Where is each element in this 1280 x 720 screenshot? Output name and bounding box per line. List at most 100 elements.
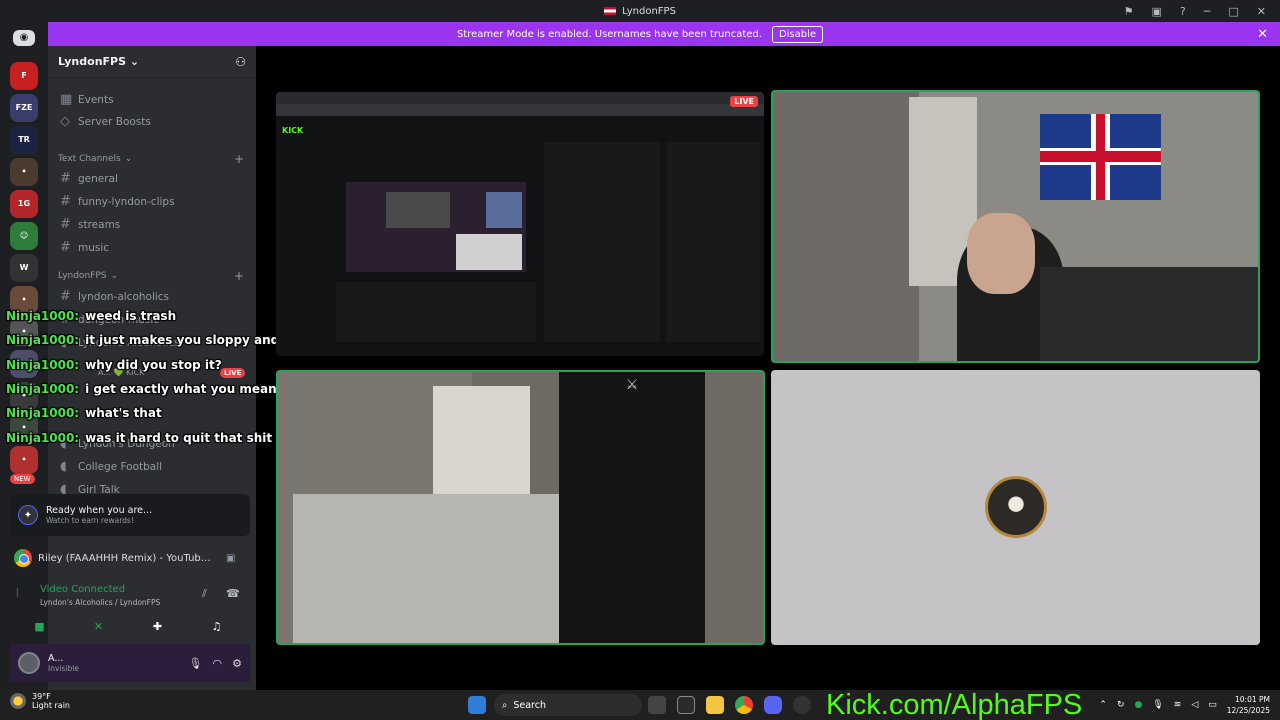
task-view-icon[interactable] xyxy=(648,696,666,714)
clock-time: 10:01 PM xyxy=(1235,695,1270,704)
add-channel-icon[interactable]: + xyxy=(234,152,244,166)
chevron-down-icon: ⌄ xyxy=(110,271,119,281)
chevron-up-icon[interactable]: ⌃ xyxy=(1099,700,1107,710)
inbox-icon[interactable]: ⚑ xyxy=(1124,5,1134,18)
hash-icon: # xyxy=(60,171,71,186)
server-icon[interactable]: W xyxy=(10,254,38,282)
chat-message: why did you stop it? xyxy=(85,357,222,372)
settings-gear-icon[interactable]: ⚙ xyxy=(232,657,242,670)
voice-controls: ■ ✕ ✚ ♫ xyxy=(18,616,258,636)
channel-funny-lyndon-clips[interactable]: # funny-lyndon-clips xyxy=(60,194,175,209)
category-label: LyndonFPS xyxy=(58,271,107,281)
avatar-tile[interactable] xyxy=(771,370,1260,645)
quest-card[interactable]: ✦ Ready when you are... Watch to earn re… xyxy=(10,494,250,536)
hash-icon: # xyxy=(60,217,71,232)
server-icon[interactable]: F xyxy=(10,62,38,90)
add-channel-icon[interactable]: + xyxy=(234,269,244,283)
category-label: Text Channels xyxy=(58,154,121,164)
webcam-tile-main[interactable] xyxy=(771,90,1260,363)
server-icon[interactable]: ☺ xyxy=(10,222,38,250)
channel-general[interactable]: # general xyxy=(60,171,118,186)
channel-label: lyndon-alcoholics xyxy=(78,290,170,303)
volume-icon[interactable]: ◁ xyxy=(1191,700,1198,710)
sidebar-item-events[interactable]: ▦ Events xyxy=(60,92,114,107)
discord-icon[interactable] xyxy=(764,696,782,714)
discord-app: LyndonFPS ⚑ ▣ ? ─ □ ✕ Streamer Mode is e… xyxy=(0,0,1280,720)
system-tray: ⌃ ↻ ● 🎙 ≋ ◁ ▭ 10:01 PM 12/25/2025 xyxy=(1099,690,1270,720)
start-icon[interactable] xyxy=(468,696,486,714)
screen-share-icon[interactable]: ▣ xyxy=(226,553,235,564)
server-icon[interactable]: TR xyxy=(10,126,38,154)
minimize-button[interactable]: ─ xyxy=(1204,5,1211,18)
sidebar-item-server-boosts[interactable]: ◇ Server Boosts xyxy=(60,114,151,129)
chat-message: what's that xyxy=(85,406,162,421)
boost-icon: ◇ xyxy=(60,114,70,129)
close-window-button[interactable]: ✕ xyxy=(1257,5,1266,18)
category-lyndonfps[interactable]: LyndonFPS ⌄ xyxy=(58,271,118,281)
preview-tile xyxy=(456,234,522,270)
channel-label: general xyxy=(78,172,118,185)
noise-suppression-icon[interactable]: ⫽ xyxy=(202,587,207,601)
screen-share-button[interactable]: ✕ xyxy=(77,616,120,636)
channel-music[interactable]: # music xyxy=(60,240,109,255)
microphone-icon[interactable]: 🎙 xyxy=(189,657,203,670)
maximize-button[interactable]: □ xyxy=(1228,5,1238,18)
kick-overlay-text: Kick.com/AlphaFPS xyxy=(826,689,1083,720)
channel-streams[interactable]: # streams xyxy=(60,217,120,232)
wifi-icon[interactable]: ≋ xyxy=(1174,700,1182,710)
webcam-tile-second[interactable]: ⚔ xyxy=(276,370,765,645)
clock[interactable]: 10:01 PM 12/25/2025 xyxy=(1227,694,1270,716)
chat-message: weed is trash xyxy=(85,309,177,324)
closet-area xyxy=(773,92,919,361)
activity-panel-preview xyxy=(336,282,536,342)
preview-flag xyxy=(486,192,522,228)
server-name: LyndonFPS xyxy=(58,55,127,68)
mic-icon[interactable]: 🎙 xyxy=(1152,700,1163,710)
store-icon[interactable] xyxy=(677,696,695,714)
disconnect-icon[interactable]: ☎ xyxy=(226,587,240,600)
status-dot-icon[interactable]: ● xyxy=(1134,700,1142,710)
channel-lyndon-alcoholics[interactable]: # lyndon-alcoholics xyxy=(60,289,169,304)
server-header[interactable]: LyndonFPS ⌄ ⚇ xyxy=(48,46,256,78)
chrome-icon[interactable] xyxy=(735,696,753,714)
discord-home-icon[interactable]: ◉ xyxy=(13,30,35,46)
disable-button[interactable]: Disable xyxy=(771,25,824,43)
browser-tabbar xyxy=(276,92,764,104)
server-icon[interactable]: 1G xyxy=(10,190,38,218)
clock-date: 12/25/2025 xyxy=(1226,706,1270,715)
file-explorer-icon[interactable] xyxy=(706,696,724,714)
close-banner-icon[interactable]: ✕ xyxy=(1257,27,1268,42)
chat-user: Ninja1000: xyxy=(6,382,80,397)
weather-widget[interactable]: 39°F Light rain xyxy=(10,692,70,710)
category-text-channels[interactable]: Text Channels ⌄ xyxy=(58,154,132,164)
server-icon[interactable]: FZE xyxy=(10,94,38,122)
camera-button[interactable]: ■ xyxy=(18,616,61,636)
help-icon[interactable]: ? xyxy=(1180,5,1186,18)
face xyxy=(967,213,1035,294)
avatar[interactable] xyxy=(18,652,40,674)
quest-subtitle: Watch to earn rewards! xyxy=(46,516,134,525)
union-jack-flag xyxy=(1039,113,1161,200)
voice-channel-college-football[interactable]: ◖ College Football xyxy=(60,459,162,474)
hash-icon: # xyxy=(60,289,71,304)
stream-tile[interactable]: KICK LIVE xyxy=(276,92,764,356)
sync-icon[interactable]: ↻ xyxy=(1117,700,1125,710)
search-icon: ⌕ xyxy=(502,699,508,711)
add-member-icon[interactable]: ⚇ xyxy=(235,55,246,69)
soundboard-button[interactable]: ♫ xyxy=(195,616,238,636)
screen-icon[interactable]: ▣ xyxy=(1152,5,1162,18)
bed xyxy=(292,493,560,643)
activity-row[interactable]: Riley (FAAAHHH Remix) - YouTube ... ▣ xyxy=(10,546,250,570)
voice-location[interactable]: Lyndon's Alcoholics / LyndonFPS xyxy=(40,598,160,607)
headphones-icon[interactable]: ◠ xyxy=(213,657,223,670)
battery-icon[interactable]: ▭ xyxy=(1208,700,1217,710)
settings-icon[interactable] xyxy=(793,696,811,714)
server-icon[interactable]: • xyxy=(10,446,38,474)
sidebar-item-label: Events xyxy=(78,93,114,106)
taskbar-search[interactable]: ⌕ Search xyxy=(494,694,642,716)
weather-icon xyxy=(10,693,26,709)
calendar-icon: ▦ xyxy=(60,92,73,107)
server-icon[interactable]: • xyxy=(10,158,38,186)
channel-label: streams xyxy=(78,218,121,231)
activities-button[interactable]: ✚ xyxy=(136,616,179,636)
